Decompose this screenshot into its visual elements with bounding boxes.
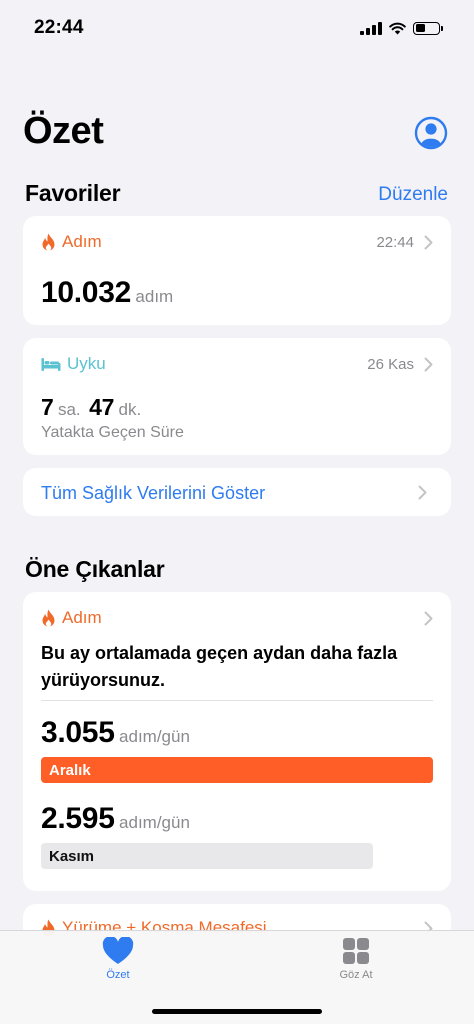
current-month-value: 3.055 bbox=[41, 716, 115, 749]
sleep-date: 26 Kas bbox=[367, 355, 414, 373]
sleep-minutes: 47 bbox=[89, 394, 115, 420]
status-time: 22:44 bbox=[34, 17, 84, 38]
steps-card[interactable]: Adım 22:44 10.032 adım bbox=[23, 216, 451, 325]
steps-value: 10.032 bbox=[41, 276, 131, 309]
sleep-caption: Yatakta Geçen Süre bbox=[41, 424, 184, 441]
tab-bar: Özet Göz At bbox=[0, 930, 474, 1024]
highlight-category: Adım bbox=[41, 608, 102, 628]
steps-card-header: Adım 22:44 bbox=[41, 232, 433, 252]
status-icons bbox=[360, 21, 443, 35]
sleep-minutes-unit: dk. bbox=[118, 400, 142, 419]
profile-icon[interactable] bbox=[414, 116, 448, 150]
tab-browse-label: Göz At bbox=[339, 969, 373, 981]
steps-category: Adım bbox=[41, 232, 102, 252]
wifi-icon bbox=[389, 22, 406, 34]
current-month-label: Aralık bbox=[49, 761, 91, 779]
chevron-right-icon bbox=[424, 611, 433, 625]
chevron-right-icon bbox=[424, 235, 433, 249]
favorites-title: Favoriler bbox=[25, 180, 121, 206]
page-title: Özet bbox=[23, 110, 104, 152]
tab-summary-label: Özet bbox=[106, 969, 130, 981]
status-bar: 22:44 bbox=[0, 0, 474, 56]
cellular-signal-icon bbox=[360, 21, 382, 35]
divider bbox=[41, 700, 433, 701]
highlight-card[interactable]: Adım Bu ay ortalamada geçen aydan daha f… bbox=[23, 592, 451, 891]
chevron-right-icon bbox=[424, 357, 433, 371]
sleep-card[interactable]: Uyku 26 Kas 7 sa. 47 dk. Yatakta Geçen S… bbox=[23, 338, 451, 455]
previous-month-bar: Kasım bbox=[41, 843, 373, 869]
steps-meta: 22:44 bbox=[376, 234, 433, 251]
show-all-label: Tüm Sağlık Verilerini Göster bbox=[41, 483, 266, 503]
edit-button[interactable]: Düzenle bbox=[378, 184, 448, 206]
tab-browse[interactable]: Göz At bbox=[316, 937, 396, 981]
show-all-health-data-button[interactable]: Tüm Sağlık Verilerini Göster bbox=[23, 468, 451, 516]
current-month-bar: Aralık bbox=[41, 757, 433, 783]
grid-icon bbox=[343, 938, 369, 964]
home-indicator[interactable] bbox=[152, 1009, 322, 1014]
sleep-category-label: Uyku bbox=[67, 354, 106, 373]
highlights-title: Öne Çıkanlar bbox=[25, 556, 165, 582]
flame-icon bbox=[42, 233, 55, 251]
steps-category-label: Adım bbox=[62, 232, 102, 251]
previous-month-value-row: 2.595 adım/gün bbox=[41, 802, 190, 836]
current-month-unit: adım/gün bbox=[119, 727, 190, 746]
sleep-hours: 7 bbox=[41, 394, 54, 420]
sleep-value-row: 7 sa. 47 dk. bbox=[41, 394, 141, 421]
tab-summary[interactable]: Özet bbox=[78, 937, 158, 981]
sleep-meta: 26 Kas bbox=[367, 356, 433, 373]
steps-value-row: 10.032 adım bbox=[41, 276, 173, 310]
highlight-category-label: Adım bbox=[62, 608, 102, 627]
steps-unit: adım bbox=[135, 287, 174, 306]
sleep-category: Uyku bbox=[41, 354, 106, 374]
bed-icon bbox=[41, 357, 61, 371]
highlight-card-header: Adım bbox=[41, 608, 433, 628]
steps-time: 22:44 bbox=[376, 233, 414, 251]
sleep-card-header: Uyku 26 Kas bbox=[41, 354, 433, 374]
chevron-right-icon bbox=[418, 485, 427, 500]
heart-icon bbox=[102, 937, 134, 964]
previous-month-value: 2.595 bbox=[41, 802, 115, 835]
battery-icon bbox=[413, 21, 443, 35]
previous-month-unit: adım/gün bbox=[119, 813, 190, 832]
previous-month-label: Kasım bbox=[49, 847, 95, 865]
sleep-hours-unit: sa. bbox=[57, 400, 81, 419]
flame-icon bbox=[42, 609, 55, 627]
current-month-value-row: 3.055 adım/gün bbox=[41, 716, 190, 750]
highlight-text: Bu ay ortalamada geçen aydan daha fazla … bbox=[41, 643, 398, 690]
